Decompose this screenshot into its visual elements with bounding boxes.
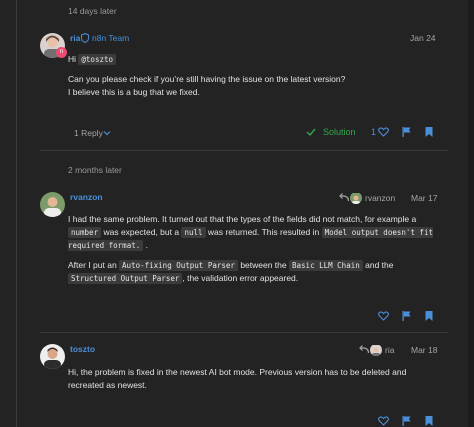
post-date[interactable]: Mar 17 (411, 193, 437, 203)
flag-icon[interactable] (402, 311, 411, 321)
post-text-line: I believe this is a bug that we fixed. (68, 87, 200, 97)
timeline-line (16, 0, 17, 427)
heart-icon[interactable] (378, 311, 389, 321)
bookmark-icon[interactable] (425, 127, 433, 137)
group-flair[interactable]: n8n Team (92, 33, 129, 43)
inline-code: Basic LLM Chain (289, 260, 363, 271)
post-text-line: Can you please check if you’re still hav… (68, 74, 346, 84)
bookmark-icon[interactable] (425, 416, 433, 426)
reply-to-username[interactable]: ria (385, 345, 394, 355)
reply-to-avatar[interactable] (370, 344, 382, 356)
text-run: . (145, 240, 148, 250)
text-run: I had the same problem. It turned out th… (68, 214, 417, 224)
post-paragraph: After I put an Auto-fixing Output Parser… (68, 259, 443, 285)
mention-link[interactable]: @toszto (78, 54, 117, 65)
text-run: was returned. This resulted in (207, 227, 320, 237)
scrollbar[interactable] (468, 0, 474, 427)
text-run: and the (365, 260, 394, 270)
replies-label: 1 Reply (74, 128, 103, 138)
greeting-text: Hi (68, 54, 77, 64)
chevron-down-icon[interactable] (103, 129, 111, 137)
inline-code: null (181, 227, 206, 238)
post-username[interactable]: toszto (70, 344, 95, 354)
topic-thread: 14 days later n ria n8n Team Jan 24 Hi @… (0, 0, 474, 427)
post-body: Hi @toszto Can you please check if you’r… (68, 53, 443, 99)
post-date[interactable]: Mar 18 (411, 345, 437, 355)
inline-code: Auto-fixing Output Parser (119, 260, 238, 271)
text-run: between the (240, 260, 287, 270)
bookmark-icon[interactable] (425, 311, 433, 321)
post-divider (40, 332, 448, 333)
heart-icon[interactable] (378, 127, 389, 137)
post-text-line: recreated as newest. (68, 380, 147, 390)
flag-icon[interactable] (402, 416, 411, 426)
text-run: , the validation error appeared. (182, 273, 299, 283)
reply-arrow-icon (359, 345, 369, 354)
post-username[interactable]: ria (70, 33, 80, 43)
reply-to-avatar[interactable] (350, 192, 362, 204)
post-paragraph: I had the same problem. It turned out th… (68, 213, 443, 252)
like-count[interactable]: 1 (371, 127, 376, 137)
shield-icon (81, 33, 89, 43)
heart-icon[interactable] (378, 416, 389, 426)
solution-button[interactable]: Solution (323, 127, 356, 137)
text-run: was expected, but a (103, 227, 180, 237)
post-body: I had the same problem. It turned out th… (68, 213, 443, 285)
flag-icon[interactable] (402, 127, 411, 137)
avatar[interactable] (40, 192, 65, 217)
post-username[interactable]: rvanzon (70, 192, 103, 202)
time-gap-label: 2 months later (68, 165, 122, 175)
post-text-line: Hi, the problem is fixed in the newest A… (68, 367, 407, 377)
reply-arrow-icon (339, 193, 349, 202)
check-icon (306, 128, 316, 137)
text-run: After I put an (68, 260, 117, 270)
post-body: Hi, the problem is fixed in the newest A… (68, 366, 443, 392)
inline-code: Structured Output Parser (68, 273, 183, 284)
reply-to-username[interactable]: rvanzon (365, 193, 395, 203)
inline-code: number (68, 227, 102, 238)
replies-toggle[interactable]: 1 Reply (74, 128, 103, 138)
avatar[interactable] (40, 344, 65, 369)
time-gap-label: 14 days later (68, 6, 117, 16)
post-date[interactable]: Jan 24 (410, 33, 436, 43)
team-badge-icon: n (56, 47, 67, 58)
post-divider (40, 150, 448, 151)
